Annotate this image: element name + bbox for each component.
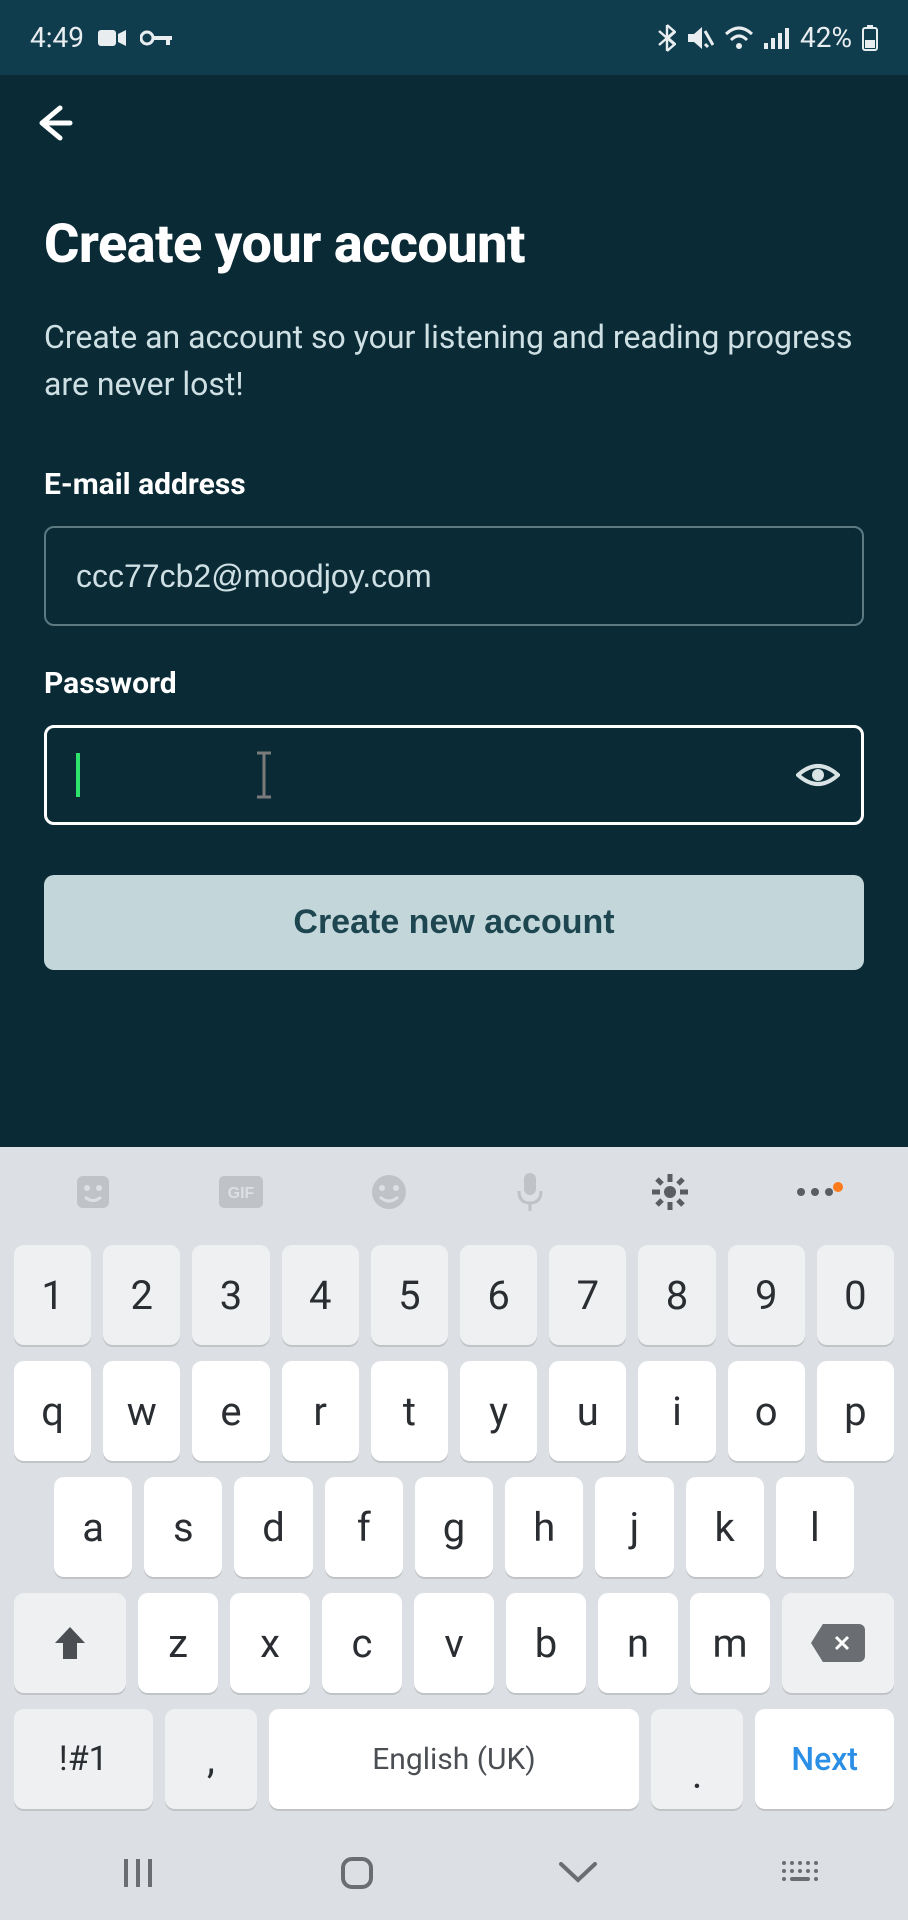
key-3[interactable]: 3 [192, 1245, 269, 1345]
email-input[interactable] [44, 526, 864, 626]
svg-text:GIF: GIF [228, 1185, 255, 1202]
key-k[interactable]: k [686, 1477, 764, 1577]
key-r[interactable]: r [282, 1361, 359, 1461]
key-y[interactable]: y [460, 1361, 537, 1461]
key-v[interactable]: v [414, 1593, 494, 1693]
status-time: 4:49 [30, 21, 84, 54]
key-p[interactable]: p [817, 1361, 894, 1461]
key-b[interactable]: b [506, 1593, 586, 1693]
sticker-icon[interactable] [73, 1172, 113, 1212]
period-key[interactable]: . [651, 1709, 743, 1809]
mute-icon [686, 25, 714, 51]
key-w[interactable]: w [103, 1361, 180, 1461]
key-d[interactable]: d [234, 1477, 312, 1577]
keyboard: GIF 1234567890 qwertyuiop asdfghjkl [0, 1147, 908, 1920]
key-g[interactable]: g [415, 1477, 493, 1577]
key-e[interactable]: e [192, 1361, 269, 1461]
keyboard-row-2: asdfghjkl [14, 1477, 894, 1577]
page-subtitle: Create an account so your listening and … [44, 314, 864, 407]
keyboard-row-3: zxcvbnm [14, 1593, 894, 1693]
key-x[interactable]: x [230, 1593, 310, 1693]
password-field-wrap [44, 725, 864, 825]
email-field-wrap [44, 526, 864, 626]
keyboard-row-1: qwertyuiop [14, 1361, 894, 1461]
email-label: E-mail address [44, 467, 864, 502]
ibeam-icon [254, 751, 274, 803]
key-m[interactable]: m [690, 1593, 770, 1693]
signal-icon [764, 27, 790, 49]
key-a[interactable]: a [54, 1477, 132, 1577]
android-navbar [0, 1825, 908, 1920]
keyboard-row-bottom: !#1 , English (UK) . Next [14, 1709, 894, 1809]
key-o[interactable]: o [728, 1361, 805, 1461]
comma-key[interactable]: , [165, 1709, 257, 1809]
battery-text: 42% [800, 21, 852, 54]
key-5[interactable]: 5 [371, 1245, 448, 1345]
video-icon [98, 28, 126, 48]
key-j[interactable]: j [595, 1477, 673, 1577]
keyboard-row-numbers: 1234567890 [14, 1245, 894, 1345]
key-7[interactable]: 7 [549, 1245, 626, 1345]
keyboard-switch-button[interactable] [780, 1859, 818, 1887]
home-button[interactable] [337, 1853, 377, 1893]
next-key[interactable]: Next [755, 1709, 894, 1809]
key-0[interactable]: 0 [817, 1245, 894, 1345]
key-i[interactable]: i [638, 1361, 715, 1461]
app-header [0, 75, 908, 160]
bluetooth-icon [658, 24, 676, 52]
key-l[interactable]: l [776, 1477, 854, 1577]
page-title: Create your account [44, 215, 864, 274]
key-c[interactable]: c [322, 1593, 402, 1693]
key-z[interactable]: z [138, 1593, 218, 1693]
mic-icon[interactable] [515, 1171, 545, 1213]
key-n[interactable]: n [598, 1593, 678, 1693]
period-label: . [692, 1751, 703, 1798]
status-left: 4:49 [30, 21, 174, 54]
hide-keyboard-button[interactable] [557, 1860, 599, 1886]
backspace-key[interactable] [782, 1593, 894, 1693]
vpn-key-icon [140, 29, 174, 47]
key-u[interactable]: u [549, 1361, 626, 1461]
symbols-key[interactable]: !#1 [14, 1709, 153, 1809]
key-2[interactable]: 2 [103, 1245, 180, 1345]
notification-dot-icon [833, 1182, 843, 1192]
password-label: Password [44, 666, 864, 701]
back-button[interactable] [30, 100, 76, 146]
keyboard-toolbar: GIF [0, 1147, 908, 1237]
text-cursor [76, 753, 80, 797]
key-4[interactable]: 4 [282, 1245, 359, 1345]
keyboard-rows: 1234567890 qwertyuiop asdfghjkl zxcvbnm … [0, 1237, 908, 1825]
key-6[interactable]: 6 [460, 1245, 537, 1345]
key-8[interactable]: 8 [638, 1245, 715, 1345]
toggle-password-visibility-button[interactable] [796, 759, 840, 791]
battery-icon [862, 25, 878, 51]
more-icon[interactable] [795, 1186, 835, 1198]
shift-key[interactable] [14, 1593, 126, 1693]
recents-button[interactable] [120, 1855, 156, 1891]
key-s[interactable]: s [144, 1477, 222, 1577]
create-account-button[interactable]: Create new account [44, 875, 864, 970]
key-9[interactable]: 9 [728, 1245, 805, 1345]
status-bar: 4:49 42% [0, 0, 908, 75]
gif-icon[interactable]: GIF [218, 1175, 264, 1209]
wifi-icon [724, 26, 754, 50]
space-key[interactable]: English (UK) [269, 1709, 639, 1809]
key-t[interactable]: t [371, 1361, 448, 1461]
status-right: 42% [658, 21, 878, 54]
key-1[interactable]: 1 [14, 1245, 91, 1345]
emoji-icon[interactable] [369, 1172, 409, 1212]
key-q[interactable]: q [14, 1361, 91, 1461]
key-f[interactable]: f [325, 1477, 403, 1577]
backspace-icon [811, 1624, 865, 1662]
key-h[interactable]: h [505, 1477, 583, 1577]
password-input[interactable] [44, 725, 864, 825]
settings-icon[interactable] [650, 1172, 690, 1212]
